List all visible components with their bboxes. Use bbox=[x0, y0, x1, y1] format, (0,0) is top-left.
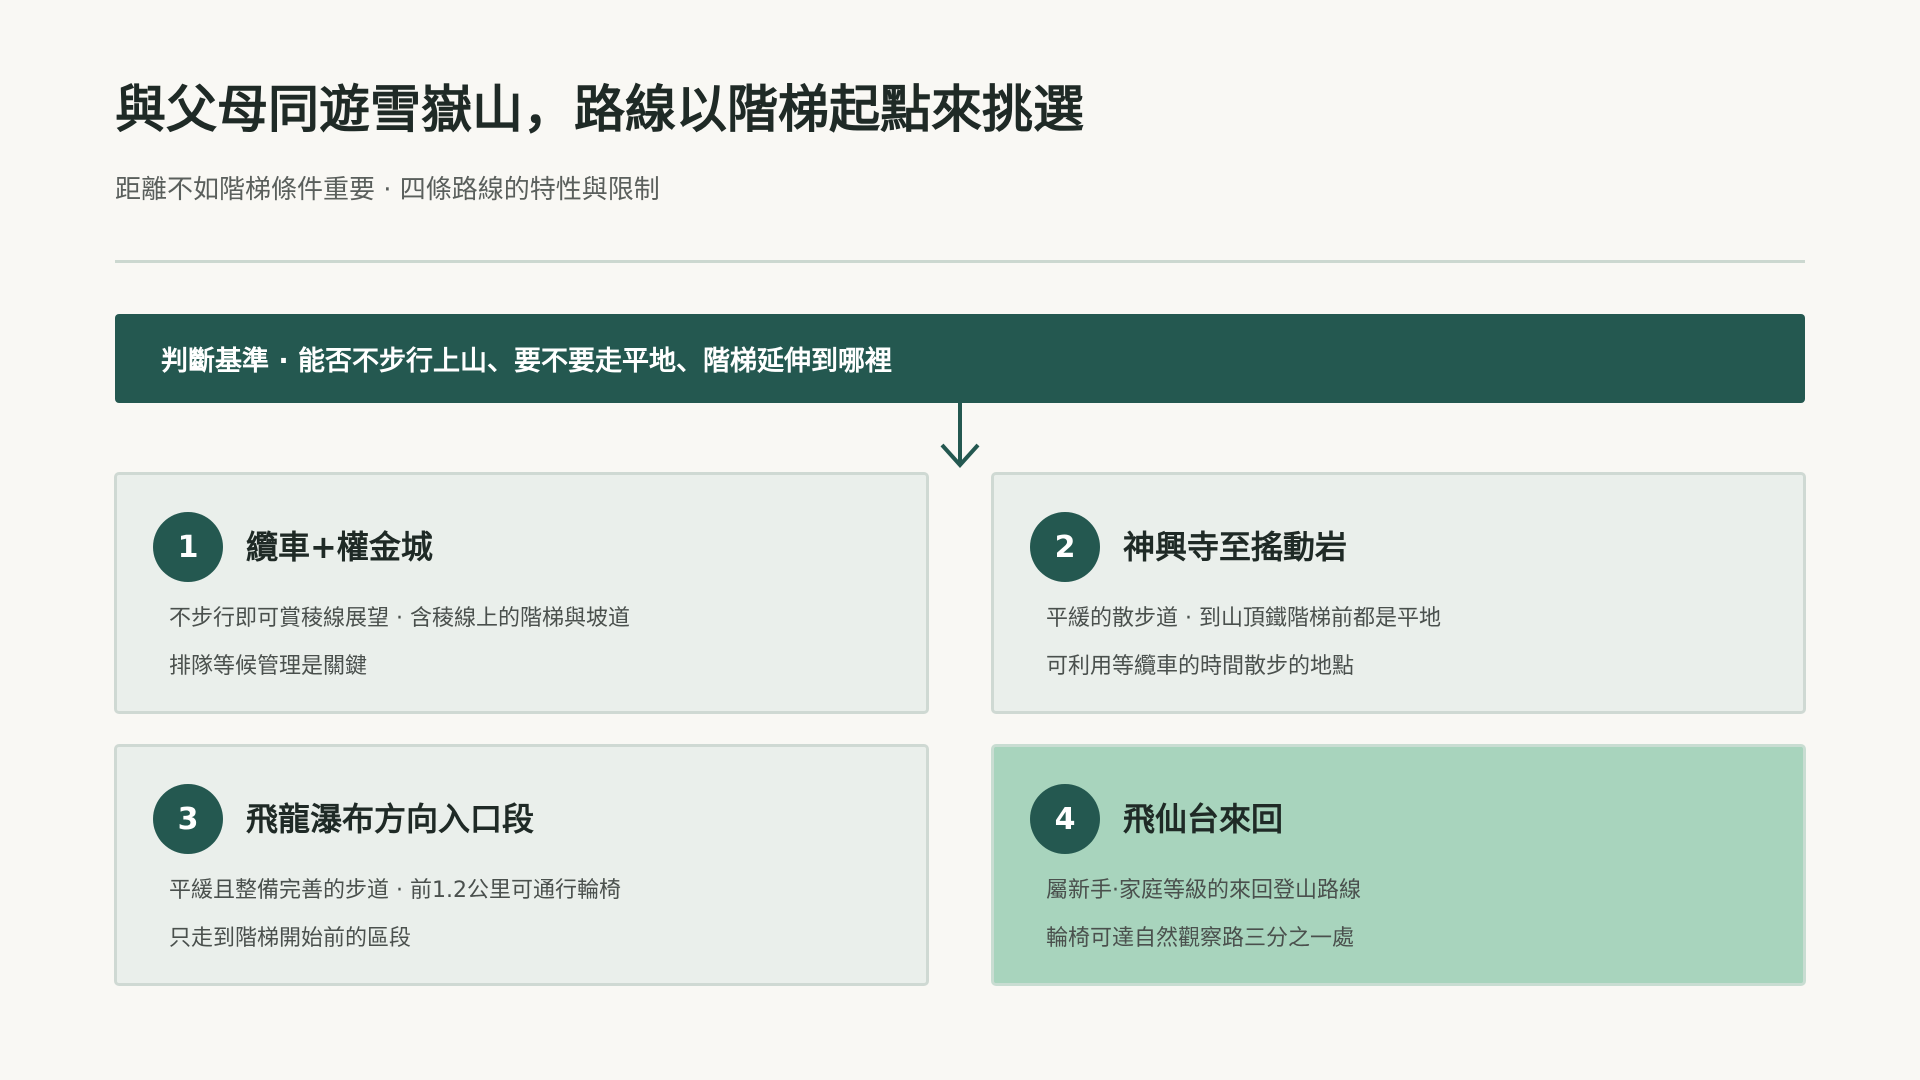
route-number-badge: 3 bbox=[153, 784, 223, 854]
header-divider bbox=[115, 260, 1805, 263]
route-title: 飛龍瀑布方向入口段 bbox=[246, 800, 535, 838]
route-note: 只走到階梯開始前的區段 bbox=[169, 926, 412, 951]
criteria-text: 判斷基準 · 能否不步行上山、要不要走平地、階梯延伸到哪裡 bbox=[161, 346, 893, 377]
route-description: 不步行即可賞稜線展望 · 含稜線上的階梯與坡道 bbox=[169, 606, 630, 631]
criteria-banner: 判斷基準 · 能否不步行上山、要不要走平地、階梯延伸到哪裡 bbox=[115, 314, 1805, 403]
route-note: 排隊等候管理是關鍵 bbox=[169, 654, 368, 679]
route-card-4: 4 飛仙台來回 屬新手·家庭等級的來回登山路線 輪椅可達自然觀察路三分之一處 bbox=[991, 744, 1806, 986]
route-number-badge: 1 bbox=[153, 512, 223, 582]
page-title: 與父母同遊雪嶽山，路線以階梯起點來挑選 bbox=[115, 81, 1085, 140]
route-title: 神興寺至搖動岩 bbox=[1123, 528, 1348, 566]
route-description: 平緩且整備完善的步道 · 前1.2公里可通行輪椅 bbox=[169, 878, 621, 903]
route-number-badge: 2 bbox=[1030, 512, 1100, 582]
route-card-3: 3 飛龍瀑布方向入口段 平緩且整備完善的步道 · 前1.2公里可通行輪椅 只走到… bbox=[114, 744, 929, 986]
route-card-1: 1 纜車+權金城 不步行即可賞稜線展望 · 含稜線上的階梯與坡道 排隊等候管理是… bbox=[114, 472, 929, 714]
route-title: 纜車+權金城 bbox=[246, 528, 433, 566]
route-card-2: 2 神興寺至搖動岩 平緩的散步道 · 到山頂鐵階梯前都是平地 可利用等纜車的時間… bbox=[991, 472, 1806, 714]
page-subtitle: 距離不如階梯條件重要 · 四條路線的特性與限制 bbox=[115, 175, 660, 205]
arrow-down-icon bbox=[940, 403, 980, 468]
route-note: 輪椅可達自然觀察路三分之一處 bbox=[1046, 926, 1355, 951]
route-note: 可利用等纜車的時間散步的地點 bbox=[1046, 654, 1355, 679]
route-description: 平緩的散步道 · 到山頂鐵階梯前都是平地 bbox=[1046, 606, 1441, 631]
route-description: 屬新手·家庭等級的來回登山路線 bbox=[1046, 878, 1361, 903]
route-title: 飛仙台來回 bbox=[1123, 800, 1284, 838]
route-number-badge: 4 bbox=[1030, 784, 1100, 854]
